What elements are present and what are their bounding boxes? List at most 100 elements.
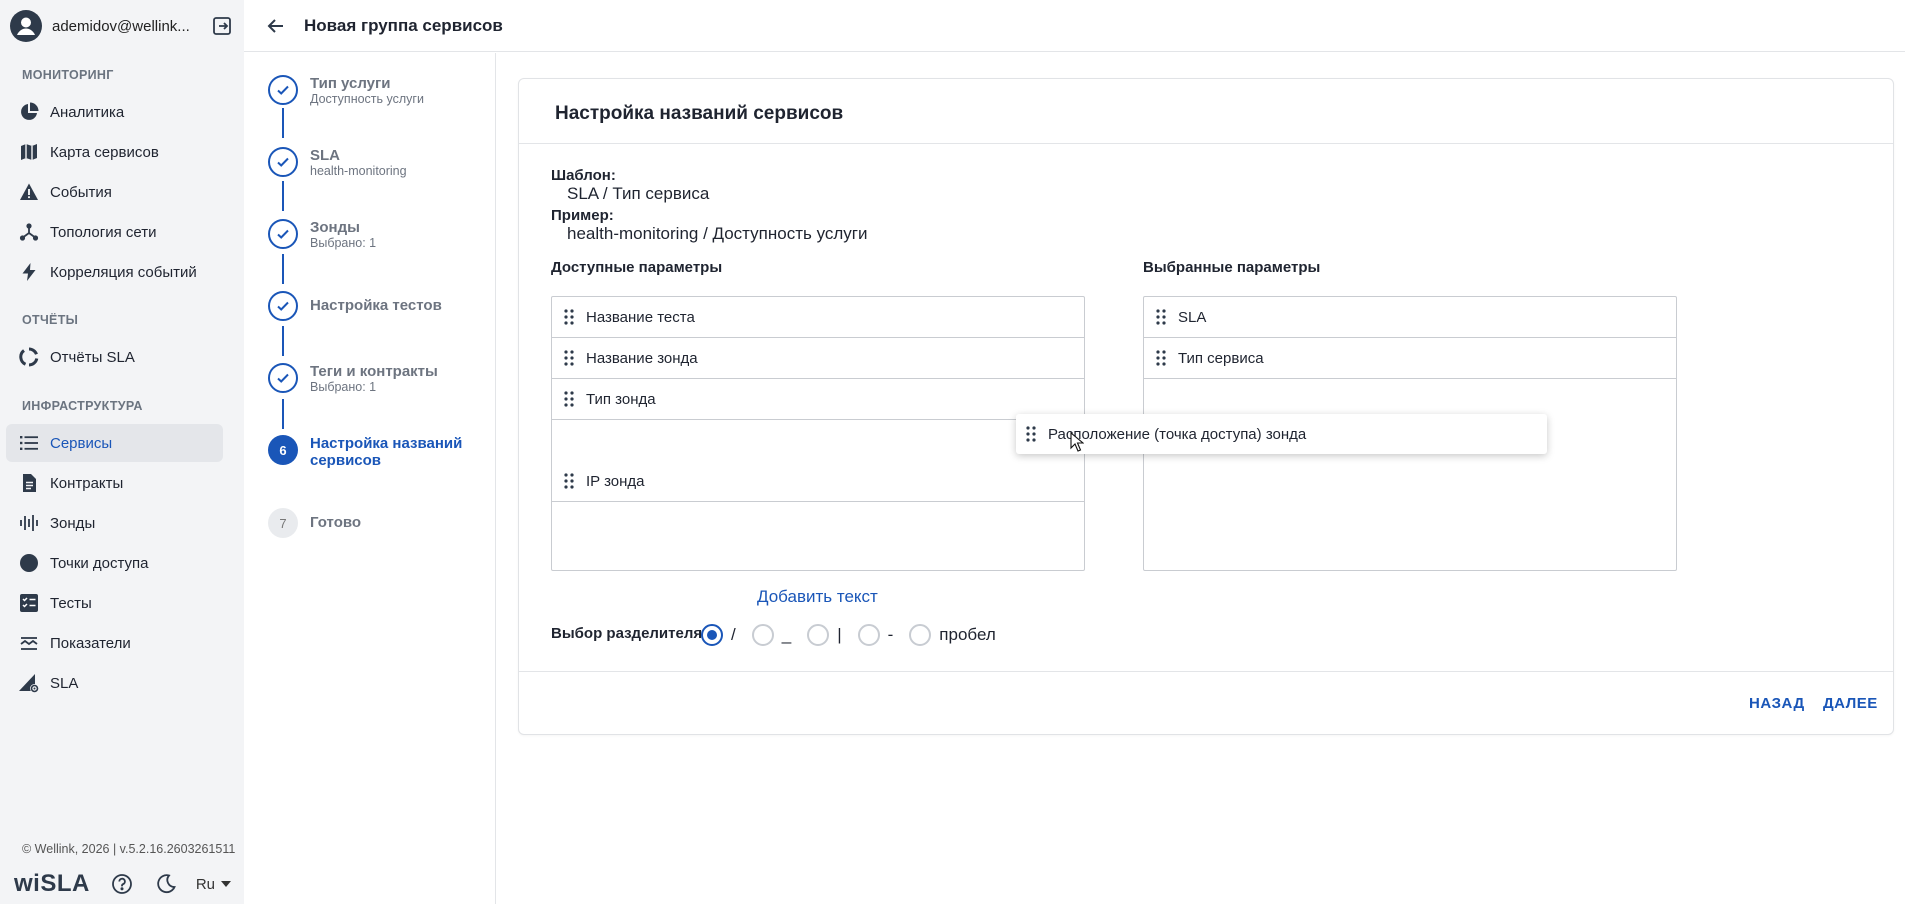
sidebar-item-contracts[interactable]: Контракты	[6, 464, 223, 502]
step-subtitle: Выбрано: 1	[310, 236, 377, 250]
list-item[interactable]: Название зонда	[552, 338, 1084, 379]
radio-checked-icon	[701, 624, 723, 646]
sidebar-item-sla[interactable]: SLA	[6, 664, 223, 702]
probe-icon	[17, 511, 41, 535]
step-subtitle: health-monitoring	[310, 164, 407, 178]
step-connector	[282, 399, 284, 429]
sidebar-item-label: SLA	[50, 674, 79, 692]
radio-label: |	[837, 625, 842, 644]
list-item[interactable]: SLA	[1144, 297, 1676, 338]
separator-radio-pipe[interactable]: |	[807, 624, 842, 646]
help-icon[interactable]	[110, 872, 134, 896]
dragging-list-item[interactable]: Расположение (точка доступа) зонда	[1016, 414, 1547, 454]
back-arrow-icon[interactable]	[262, 12, 290, 40]
list-item[interactable]: Тип сервиса	[1144, 338, 1676, 379]
sidebar-item-metrics[interactable]: Показатели	[6, 624, 223, 662]
list-icon	[17, 431, 41, 455]
sidebar-item-label: Тесты	[50, 594, 92, 612]
separator-radio-dash[interactable]: -	[857, 624, 893, 646]
drag-handle-icon[interactable]	[1026, 424, 1040, 444]
step-title: Теги и контракты	[310, 363, 438, 380]
next-button[interactable]: ДАЛЕЕ	[1823, 695, 1878, 712]
sidebar-item-service-map[interactable]: Карта сервисов	[6, 133, 223, 171]
report-icon	[17, 345, 41, 369]
divider	[519, 143, 1893, 144]
sidebar-item-label: Точки доступа	[50, 554, 149, 572]
sidebar-item-sla-reports[interactable]: Отчёты SLA	[6, 338, 223, 376]
available-params-list[interactable]: Название теста Название зонда Тип зонда …	[551, 296, 1085, 571]
drag-handle-icon[interactable]	[564, 348, 578, 368]
section-title-reports: ОТЧЁТЫ	[22, 313, 79, 327]
selected-params-label: Выбранные параметры	[1143, 259, 1321, 276]
separator-radio-space[interactable]: пробел	[909, 624, 996, 646]
radio-unchecked-icon	[909, 624, 932, 646]
drag-handle-icon[interactable]	[564, 307, 578, 327]
language-select[interactable]: Ru	[196, 876, 232, 893]
avatar[interactable]	[10, 10, 42, 42]
sidebar-item-event-correlation[interactable]: Корреляция событий	[6, 253, 223, 291]
add-text-button[interactable]: Добавить текст	[757, 587, 878, 607]
sidebar-item-analytics[interactable]: Аналитика	[6, 93, 223, 131]
sidebar-item-probes[interactable]: Зонды	[6, 504, 223, 542]
separator-radio-slash[interactable]: /	[701, 624, 736, 646]
pie-chart-icon	[17, 100, 41, 124]
step-subtitle: Выбрано: 1	[310, 380, 377, 394]
radio-unchecked-icon	[807, 624, 830, 646]
available-params-label: Доступные параметры	[551, 259, 723, 276]
section-title-infrastructure: ИНФРАСТРУКТУРА	[22, 399, 143, 413]
step-test-setup[interactable]: Настройка тестов	[268, 291, 442, 321]
step-sla[interactable]: SLA health-monitoring	[268, 147, 407, 179]
step-done[interactable]: 7 Готово	[268, 508, 361, 538]
list-item-label: Тип сервиса	[1178, 349, 1264, 367]
naming-card: Настройка названий сервисов Шаблон: SLA …	[518, 78, 1894, 735]
map-icon	[17, 140, 41, 164]
check-icon	[268, 291, 298, 321]
list-item[interactable]: Тип зонда	[552, 379, 1084, 420]
radio-label: /	[731, 625, 736, 644]
drag-handle-icon[interactable]	[564, 389, 578, 409]
step-tags-contracts[interactable]: Теги и контракты Выбрано: 1	[268, 363, 438, 395]
step-connector	[282, 254, 284, 284]
back-button[interactable]: НАЗАД	[1749, 695, 1805, 712]
check-icon	[268, 219, 298, 249]
step-service-type[interactable]: Тип услуги Доступность услуги	[268, 75, 424, 107]
step-connector	[282, 108, 284, 138]
metrics-icon	[17, 631, 41, 655]
separator-label: Выбор разделителя	[551, 625, 703, 642]
list-item[interactable]: IP зонда	[552, 461, 1084, 502]
drag-handle-icon[interactable]	[1156, 348, 1170, 368]
example-value: health-monitoring / Доступность услуги	[567, 224, 868, 243]
step-subtitle: Доступность услуги	[310, 92, 424, 106]
step-service-naming[interactable]: 6 Настройка названий сервисов	[268, 435, 470, 469]
user-menu[interactable]: ademidov@wellink...	[10, 10, 234, 42]
sidebar-item-topology[interactable]: Топология сети	[6, 213, 223, 251]
example-label: Пример:	[551, 207, 614, 224]
app-logo: wiSLA	[14, 870, 90, 897]
sidebar-item-tests[interactable]: Тесты	[6, 584, 223, 622]
sidebar-item-label: Корреляция событий	[50, 263, 197, 281]
sidebar-item-services[interactable]: Сервисы	[6, 424, 223, 462]
step-number: 7	[268, 508, 298, 538]
moon-icon[interactable]	[154, 872, 178, 896]
radio-unchecked-icon	[857, 624, 880, 646]
user-name[interactable]: ademidov@wellink...	[52, 18, 210, 35]
list-item-label: Тип зонда	[586, 390, 656, 408]
list-item-label: SLA	[1178, 308, 1207, 326]
step-probes[interactable]: Зонды Выбрано: 1	[268, 219, 376, 251]
sidebar-item-label: Отчёты SLA	[50, 348, 135, 366]
separator-radio-underscore[interactable]: _	[751, 624, 792, 646]
lightning-icon	[17, 260, 41, 284]
radio-label: _	[781, 625, 792, 644]
list-item-label: IP зонда	[586, 472, 645, 490]
step-connector	[282, 326, 284, 356]
sidebar-item-label: События	[50, 183, 112, 201]
list-item[interactable]: Название теста	[552, 297, 1084, 338]
step-title: Готово	[310, 514, 362, 531]
logout-icon[interactable]	[210, 14, 234, 38]
drag-handle-icon[interactable]	[564, 471, 578, 491]
radio-unchecked-icon	[751, 624, 774, 646]
sidebar-item-events[interactable]: События	[6, 173, 223, 211]
step-title: SLA	[310, 147, 340, 164]
sidebar-item-access-points[interactable]: Точки доступа	[6, 544, 223, 582]
drag-handle-icon[interactable]	[1156, 307, 1170, 327]
